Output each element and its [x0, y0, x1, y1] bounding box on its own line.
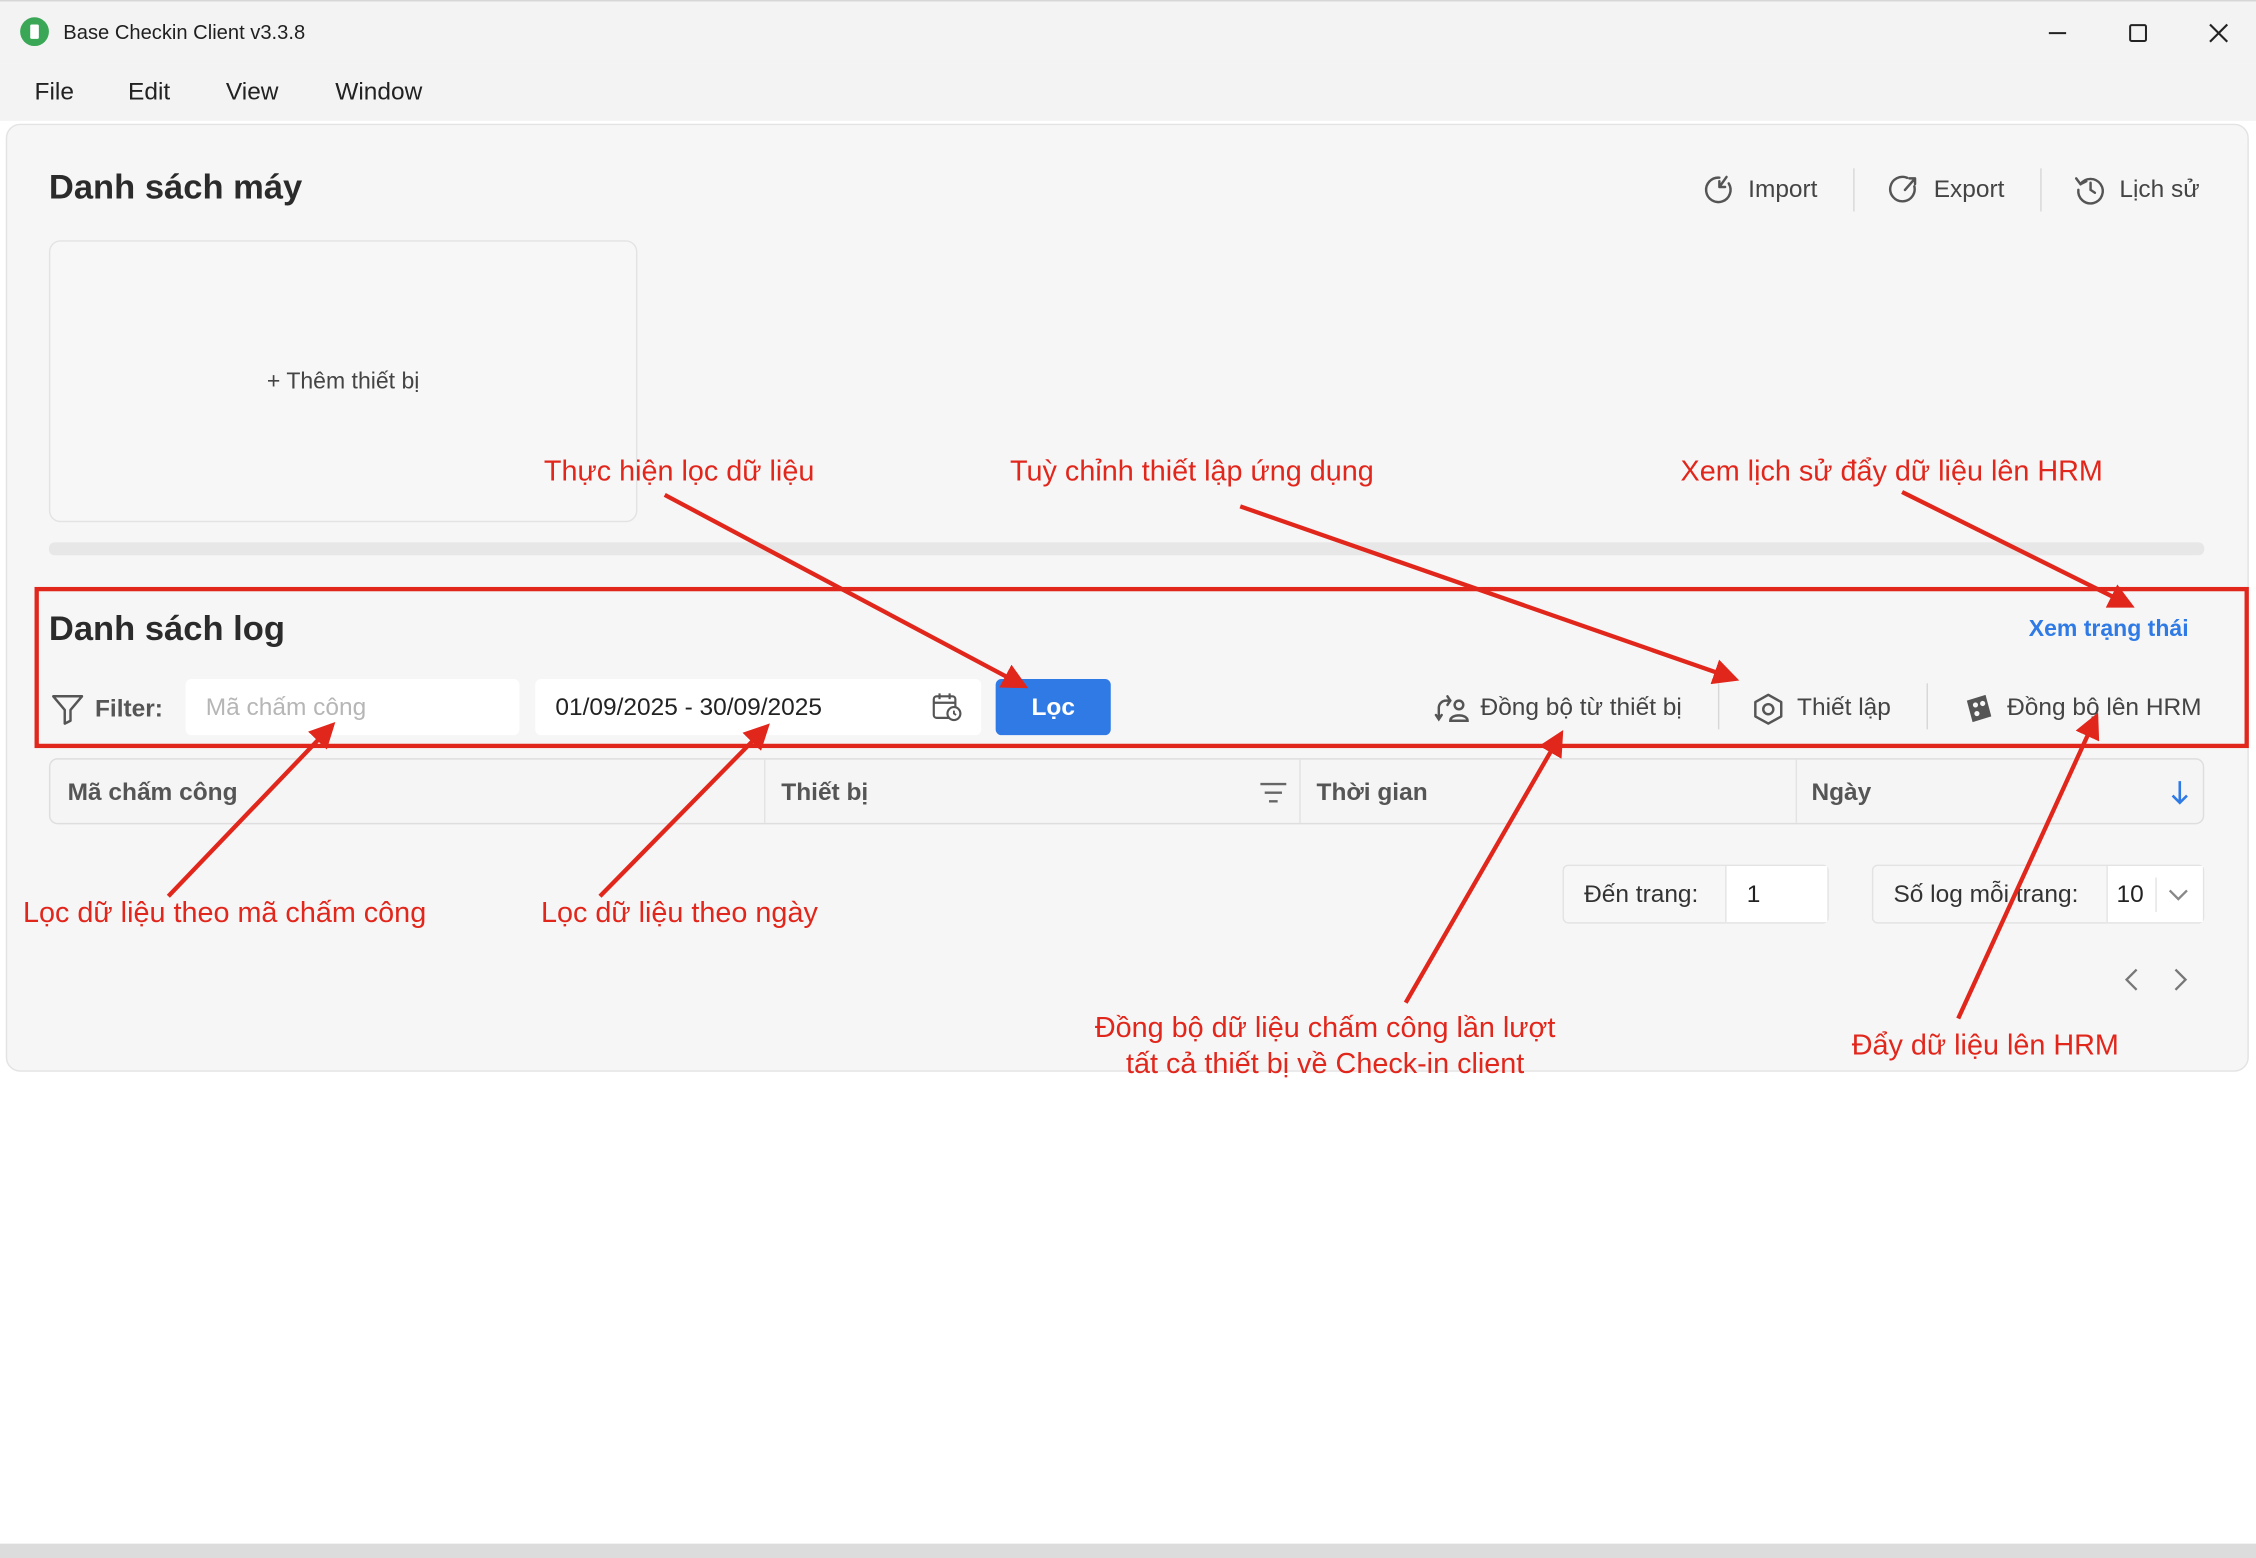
arrow-to-filter-button [663, 492, 1029, 689]
arrow-to-view-status [1901, 490, 2135, 608]
arrow-to-sync-hrm [1956, 712, 2100, 1020]
arrow-to-code-input [166, 721, 336, 898]
annotation-arrows [166, 490, 2135, 1020]
arrow-to-settings [1239, 504, 1740, 685]
arrow-to-date-picker [598, 723, 770, 898]
bottom-scrollbar [0, 1543, 2256, 1558]
arrow-to-sync-devices [1403, 729, 1564, 1004]
screen: Base Checkin Client v3.3.8 File Edit Vie… [0, 0, 2256, 1558]
